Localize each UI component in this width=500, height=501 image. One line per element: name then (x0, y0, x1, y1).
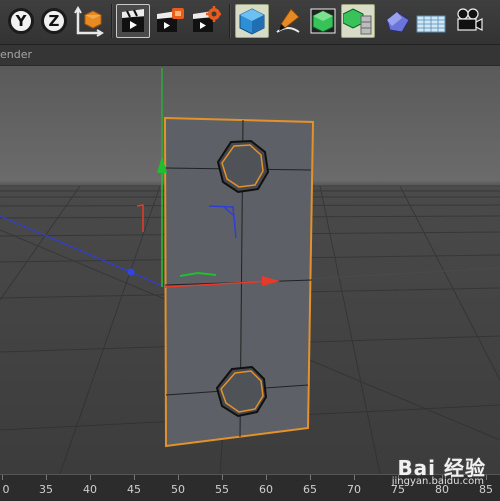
y-axis-label: Y (8, 8, 34, 34)
timeline-tick-label: 55 (215, 483, 229, 496)
timeline-tick-mark (486, 475, 487, 480)
camera-icon (457, 8, 483, 31)
timeline-tick-mark (222, 475, 223, 480)
viewport-menu-bar: ender (0, 45, 500, 66)
cube-primitive-icon (239, 8, 265, 35)
subdivision-surface-button[interactable] (306, 4, 340, 38)
timeline-tick-label: 50 (171, 483, 185, 496)
baidu-watermark-url: jingyan.baidu.com (391, 476, 484, 487)
plate-object[interactable] (163, 116, 315, 448)
cube-primitive-button[interactable] (235, 4, 269, 38)
timeline-tick-mark (266, 475, 267, 480)
z-axis-lock-button[interactable]: Z (37, 4, 71, 38)
pen-spline-button[interactable] (271, 4, 305, 38)
timeline-tick-mark (90, 475, 91, 480)
array-icon (343, 8, 372, 35)
timeline-tick-label: 65 (303, 483, 317, 496)
timeline-tick-label: 45 (127, 483, 141, 496)
deformer-icon (386, 11, 410, 33)
floor-icon (416, 15, 446, 33)
timeline-tick-label: 70 (347, 483, 361, 496)
pen-spline-icon (276, 8, 300, 33)
array-button[interactable] (341, 4, 375, 38)
render-settings-button[interactable] (189, 4, 223, 38)
deformer-button[interactable] (380, 4, 414, 38)
toolbar-separator (111, 4, 113, 38)
viewport-menu-render[interactable]: ender (0, 48, 32, 61)
main-toolbar: Y Z (0, 0, 500, 45)
render-view-button[interactable] (116, 4, 150, 38)
render-settings-icon (193, 6, 221, 32)
subdivision-surface-icon (310, 8, 336, 34)
z-axis-label: Z (41, 8, 67, 34)
timeline-tick-label: 35 (39, 483, 53, 496)
viewport-scene (0, 66, 500, 474)
render-to-picture-viewer-button[interactable] (153, 4, 187, 38)
render-view-icon (122, 9, 144, 32)
timeline-tick-mark (354, 475, 355, 480)
y-axis-lock-button[interactable]: Y (4, 4, 38, 38)
z-axis-handle[interactable] (127, 268, 135, 276)
camera-button[interactable] (452, 4, 486, 38)
timeline-tick-mark (46, 475, 47, 480)
timeline-tick-mark (2, 475, 3, 480)
floor-button[interactable] (414, 4, 448, 38)
toolbar-separator (229, 4, 231, 38)
coordinate-system-button[interactable] (72, 4, 106, 38)
timeline-tick-mark (134, 475, 135, 480)
coordinate-system-icon (74, 6, 104, 37)
timeline-tick-mark (178, 475, 179, 480)
timeline-tick-label: 40 (83, 483, 97, 496)
timeline-tick-label: 0 (2, 483, 10, 496)
timeline-tick-mark (310, 475, 311, 480)
timeline-tick-label: 60 (259, 483, 273, 496)
3d-viewport[interactable] (0, 66, 500, 474)
render-to-picture-viewer-icon (157, 8, 184, 32)
